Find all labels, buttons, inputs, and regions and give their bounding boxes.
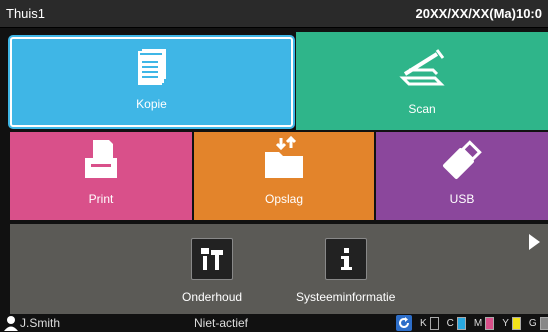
function-panel: Onderhoud Systeeminformatie <box>10 224 548 314</box>
opslag-tile[interactable]: Opslag <box>194 132 374 220</box>
next-page-arrow-icon[interactable] <box>529 234 540 250</box>
top-bar: Thuis1 20XX/XX/XX(Ma)10:0 <box>0 0 548 28</box>
printer-icon <box>81 138 121 185</box>
ink-y: Y <box>502 316 521 330</box>
scanner-icon <box>397 44 447 91</box>
status-bar: J.Smith Niet-actief K C M Y G <box>0 314 548 332</box>
systeeminformatie-label: Systeeminformatie <box>296 290 396 304</box>
onderhoud-button[interactable]: Onderhoud <box>182 238 242 304</box>
copy-icon <box>132 47 172 94</box>
usb-label: USB <box>449 192 475 206</box>
storage-folder-icon <box>261 135 307 185</box>
ink-m: M <box>474 316 495 330</box>
info-icon <box>324 238 367 280</box>
usb-drive-icon <box>440 138 484 185</box>
scan-label: Scan <box>408 102 436 116</box>
print-label: Print <box>88 192 114 206</box>
logged-in-user[interactable]: J.Smith <box>20 316 60 330</box>
ink-g: G <box>529 316 548 330</box>
kopie-label: Kopie <box>136 97 167 111</box>
screen-title: Thuis1 <box>6 6 46 21</box>
machine-state: Niet-actief <box>194 316 249 330</box>
user-icon <box>4 315 18 332</box>
ink-k: K <box>420 316 439 330</box>
onderhoud-label: Onderhoud <box>182 290 243 304</box>
print-tile[interactable]: Print <box>10 132 192 220</box>
systeeminformatie-button[interactable]: Systeeminformatie <box>296 238 395 304</box>
scan-tile[interactable]: Scan <box>296 32 548 130</box>
usb-tile[interactable]: USB <box>376 132 548 220</box>
date-time: 20XX/XX/XX(Ma)10:0 <box>415 6 542 21</box>
kopie-tile[interactable]: Kopie <box>10 37 293 127</box>
ink-levels: K C M Y G <box>396 314 548 332</box>
refresh-icon[interactable] <box>396 315 412 331</box>
opslag-label: Opslag <box>264 192 304 206</box>
tools-icon <box>191 238 234 280</box>
ink-c: C <box>447 316 466 330</box>
